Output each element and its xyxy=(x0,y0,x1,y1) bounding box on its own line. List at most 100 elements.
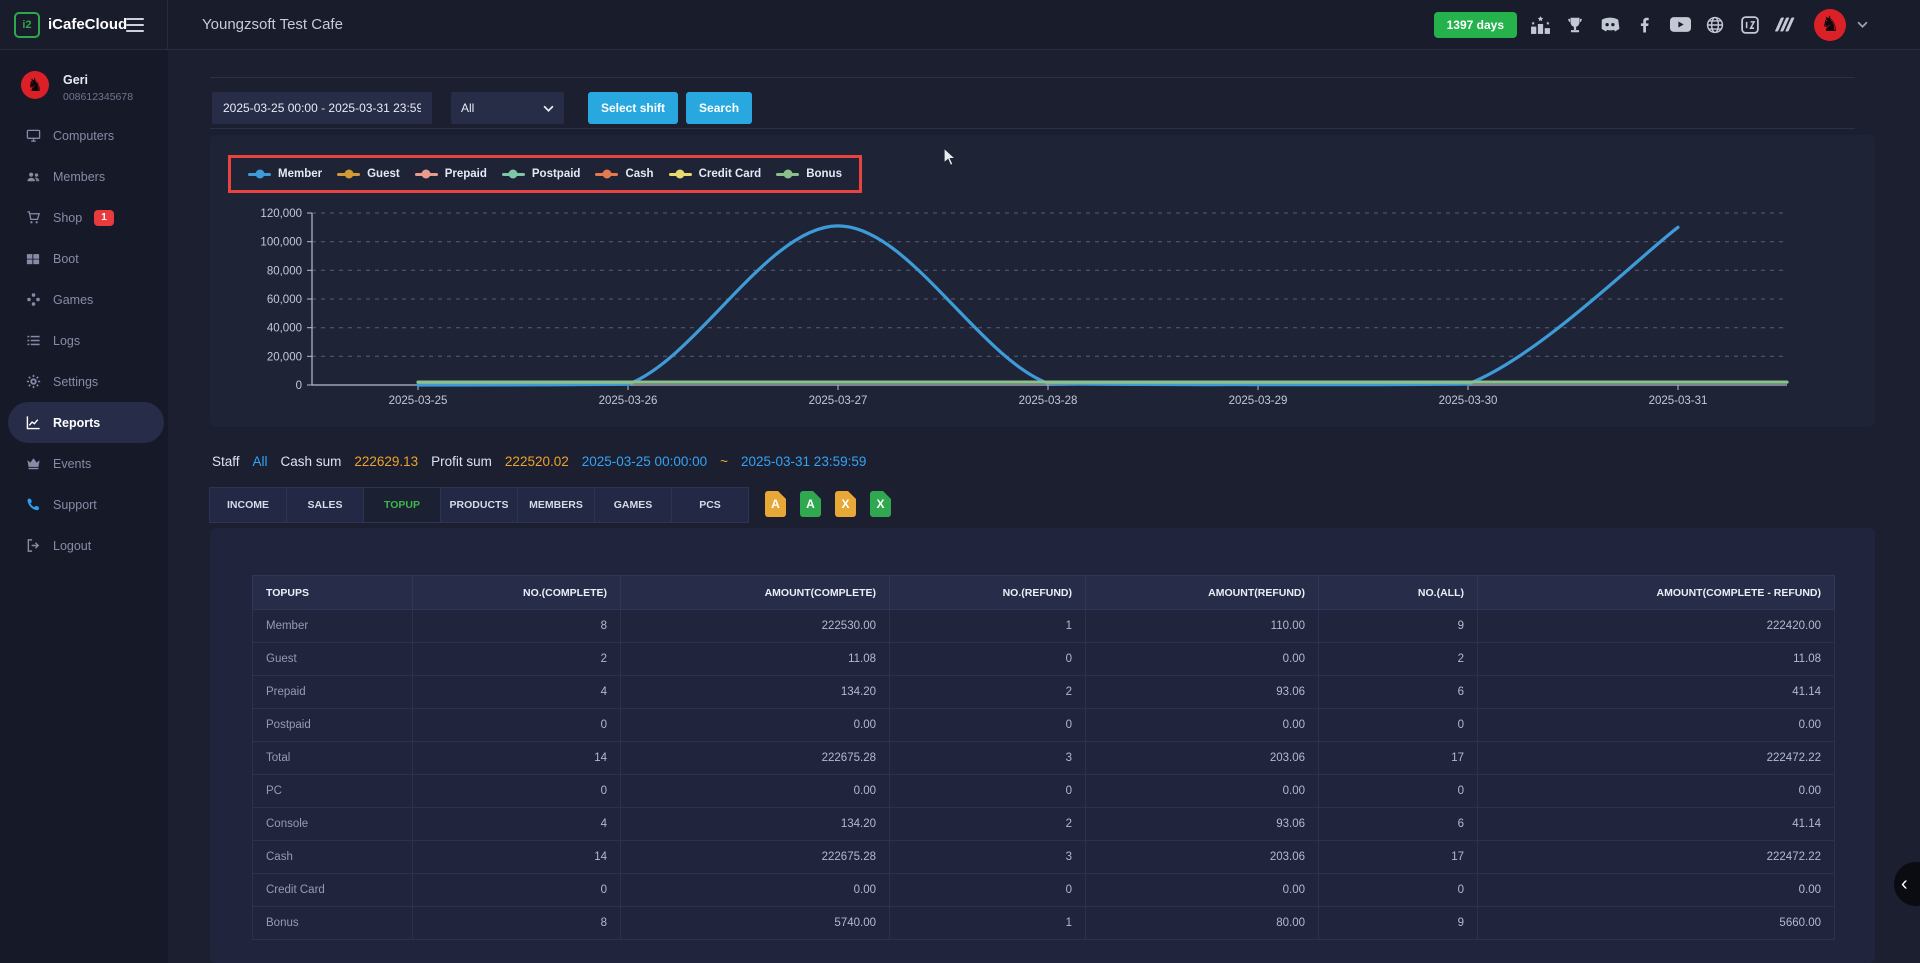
table-cell: 0 xyxy=(413,709,621,742)
sidebar-item-label: Reports xyxy=(53,416,100,430)
table-cell: PC xyxy=(253,775,413,808)
legend-item-member[interactable]: Member xyxy=(248,168,322,180)
sidebar-item-settings[interactable]: Settings xyxy=(0,361,168,402)
table-cell: 0 xyxy=(890,775,1086,808)
sidebar-item-label: Logs xyxy=(53,334,80,348)
export-pdf-yellow-icon[interactable]: A xyxy=(765,491,786,517)
export-buttons: AAXX xyxy=(765,491,891,517)
globe-icon[interactable] xyxy=(1703,13,1727,37)
table-cell: 41.14 xyxy=(1478,676,1835,709)
hamburger-menu-button[interactable] xyxy=(126,18,144,32)
svg-text:0: 0 xyxy=(296,380,302,392)
shift-select[interactable]: All xyxy=(451,92,564,124)
table-cell: 17 xyxy=(1319,742,1478,775)
table-cell: 2 xyxy=(1319,643,1478,676)
table-cell: 0 xyxy=(890,709,1086,742)
sidebar-item-support[interactable]: Support xyxy=(0,484,168,525)
svg-text:40,000: 40,000 xyxy=(267,323,302,335)
tab-games[interactable]: GAMES xyxy=(594,487,672,523)
days-badge[interactable]: 1397 days xyxy=(1434,12,1517,38)
chevron-down-icon[interactable] xyxy=(1857,21,1868,28)
sidebar-item-label: Support xyxy=(53,498,97,512)
table-cell: Prepaid xyxy=(253,676,413,709)
user-avatar[interactable]: ♞ xyxy=(1814,9,1846,41)
table-cell: 14 xyxy=(413,742,621,775)
sidebar-item-members[interactable]: Members xyxy=(0,156,168,197)
legend-label: Prepaid xyxy=(445,168,487,180)
column-header-no-all-: NO.(ALL) xyxy=(1319,576,1478,610)
table-row-total: Total14222675.283203.0617222472.22 xyxy=(253,742,1835,775)
table-cell: 2 xyxy=(890,676,1086,709)
cash-sum-value: 222629.13 xyxy=(354,454,418,469)
search-button[interactable]: Search xyxy=(686,92,752,124)
table-cell: Member xyxy=(253,610,413,643)
table-cell: 0.00 xyxy=(1478,775,1835,808)
table-cell: 5660.00 xyxy=(1478,907,1835,940)
sidebar-item-computers[interactable]: Computers xyxy=(0,115,168,156)
topup-line-chart: 020,00040,00060,00080,000100,000120,0002… xyxy=(240,200,1850,425)
sidebar-item-events[interactable]: Events xyxy=(0,443,168,484)
export-excel-yellow-icon[interactable]: X xyxy=(835,491,856,517)
table-cell: Total xyxy=(253,742,413,775)
sidebar-item-shop[interactable]: Shop1 xyxy=(0,197,168,238)
table-cell: 3 xyxy=(890,742,1086,775)
trophy-icon[interactable] xyxy=(1563,13,1587,37)
tab-members[interactable]: MEMBERS xyxy=(517,487,595,523)
export-excel-green-icon[interactable]: X xyxy=(870,491,891,517)
legend-label: Guest xyxy=(367,168,400,180)
table-cell: 4 xyxy=(413,676,621,709)
tab-pcs[interactable]: PCS xyxy=(671,487,749,523)
svg-text:2025-03-31: 2025-03-31 xyxy=(1649,395,1708,407)
select-shift-button[interactable]: Select shift xyxy=(588,92,678,124)
ranking-icon[interactable] xyxy=(1528,13,1552,37)
sidebar-item-logout[interactable]: Logout xyxy=(0,525,168,566)
legend-item-cash[interactable]: Cash xyxy=(595,168,653,180)
table-cell: 0 xyxy=(413,775,621,808)
tab-sales[interactable]: SALES xyxy=(286,487,364,523)
legend-marker xyxy=(669,173,692,176)
discord-icon[interactable] xyxy=(1598,13,1622,37)
table-cell: Cash xyxy=(253,841,413,874)
sidebar-item-boot[interactable]: Boot xyxy=(0,238,168,279)
legend-item-postpaid[interactable]: Postpaid xyxy=(502,168,581,180)
tab-income[interactable]: INCOME xyxy=(209,487,287,523)
youtube-icon[interactable] xyxy=(1668,13,1692,37)
svg-text:80,000: 80,000 xyxy=(267,265,302,277)
cart-icon xyxy=(25,210,41,226)
sidebar-item-logs[interactable]: Logs xyxy=(0,320,168,361)
sidebar-item-label: Computers xyxy=(53,129,114,143)
tab-products[interactable]: PRODUCTS xyxy=(440,487,518,523)
table-cell: 0 xyxy=(890,874,1086,907)
table-row-cash: Cash14222675.283203.0617222472.22 xyxy=(253,841,1835,874)
chart-legend: Member Guest Prepaid Postpaid Cash Credit Car… xyxy=(228,155,862,193)
sidebar-item-reports[interactable]: Reports xyxy=(8,402,164,443)
layers-brand-icon[interactable] xyxy=(1773,13,1797,37)
table-cell: 2 xyxy=(413,643,621,676)
legend-marker xyxy=(415,173,438,176)
table-cell: 8 xyxy=(413,907,621,940)
table-cell: 93.06 xyxy=(1086,676,1319,709)
gamepad-icon xyxy=(25,292,41,308)
facebook-icon[interactable] xyxy=(1633,13,1657,37)
filter-bar: All Select shift Search xyxy=(212,92,752,124)
sidebar-item-label: Logout xyxy=(53,539,91,553)
legend-item-bonus[interactable]: Bonus xyxy=(776,168,842,180)
sidebar-item-games[interactable]: Games xyxy=(0,279,168,320)
table-cell: 222530.00 xyxy=(621,610,890,643)
chart-panel: Member Guest Prepaid Postpaid Cash Credit Car… xyxy=(210,135,1875,427)
table-header-row: TOPUPSNO.(COMPLETE)AMOUNT(COMPLETE)NO.(R… xyxy=(253,576,1835,610)
summary-bar: Staff All Cash sum 222629.13 Profit sum … xyxy=(212,454,866,469)
users-icon xyxy=(25,169,41,185)
legend-item-prepaid[interactable]: Prepaid xyxy=(415,168,487,180)
table-row-bonus: Bonus85740.00180.0095660.00 xyxy=(253,907,1835,940)
legend-item-credit-card[interactable]: Credit Card xyxy=(669,168,762,180)
export-pdf-green-icon[interactable]: A xyxy=(800,491,821,517)
tab-topup[interactable]: TOPUP xyxy=(363,487,441,523)
date-range-input[interactable] xyxy=(212,92,432,124)
table-cell: 11.08 xyxy=(1478,643,1835,676)
icafe-brand-icon[interactable] xyxy=(1738,13,1762,37)
table-cell: 9 xyxy=(1319,907,1478,940)
svg-text:60,000: 60,000 xyxy=(267,294,302,306)
legend-item-guest[interactable]: Guest xyxy=(337,168,400,180)
staff-filter-value[interactable]: All xyxy=(253,454,268,469)
